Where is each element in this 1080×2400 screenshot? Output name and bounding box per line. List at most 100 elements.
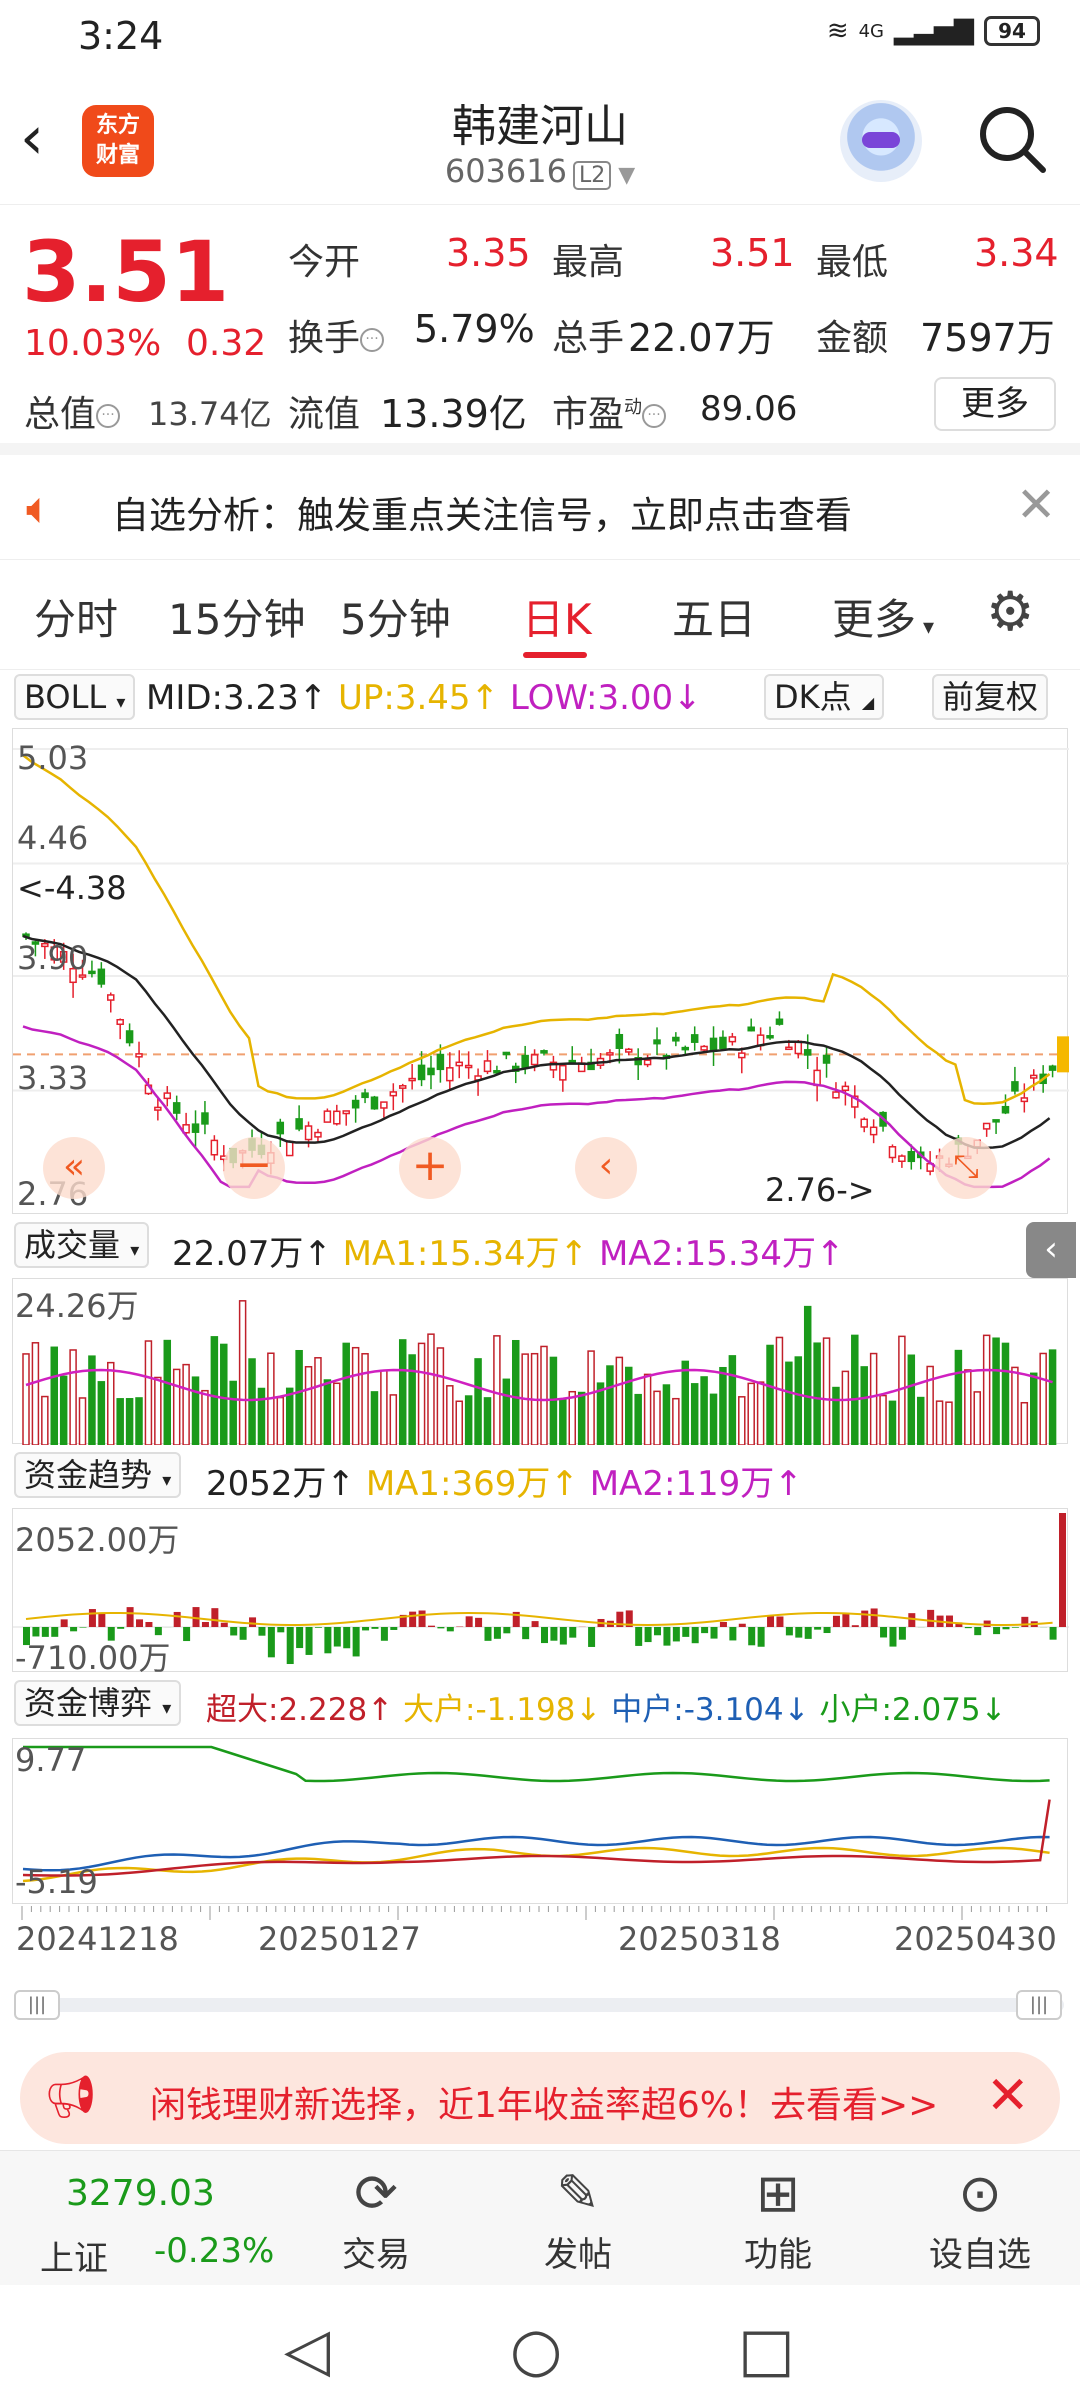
fund-trend-bar — [446, 1627, 454, 1632]
fullscreen-icon[interactable]: ⤡ — [935, 1137, 997, 1199]
volume-selector[interactable]: 成交量 ▾ — [14, 1222, 150, 1268]
fund-trend-bar — [249, 1617, 257, 1627]
zoom-in-icon[interactable]: + — [399, 1137, 461, 1199]
volume-bar — [681, 1360, 690, 1446]
volume-bar — [568, 1390, 577, 1446]
price-adjust-button[interactable]: 前复权 — [932, 674, 1049, 720]
low-value: 3.34 — [974, 231, 1059, 275]
volume-bar — [653, 1390, 661, 1446]
tab-timeshare[interactable]: 分时 — [34, 586, 118, 647]
tab-5min[interactable]: 5分钟 — [340, 586, 451, 647]
nav-recents-icon[interactable]: □ — [738, 2315, 795, 2385]
fund-game-selector[interactable]: 资金博弈 ▾ — [14, 1680, 182, 1726]
candle-body — [191, 1123, 200, 1133]
candle-body — [125, 1030, 134, 1044]
fund-trend-value: 2052万↑ — [206, 1464, 356, 1504]
boll-selector[interactable]: BOLL ▾ — [14, 674, 136, 720]
fund-trend-bar — [569, 1627, 577, 1638]
volume-bar — [97, 1381, 106, 1446]
boll-indicator-bar: BOLL ▾ MID:3.23↑ UP:3.45↑ LOW:3.00↓ DK点 … — [0, 670, 1080, 726]
y-label-3: 3.90 — [17, 939, 89, 977]
fund-trend-bar — [823, 1627, 831, 1634]
candle-body — [295, 1118, 303, 1130]
tab-five-day[interactable]: 五日 — [672, 586, 756, 647]
y-label-top: 5.03 — [17, 739, 89, 777]
tab-daily-k[interactable]: 日K — [522, 586, 592, 647]
range-handle-right[interactable]: ||| — [1016, 1990, 1062, 2020]
volume-bar — [163, 1339, 172, 1446]
analysis-alert[interactable]: 🔈︎ 自选分析：触发重点关注信号，立即点击查看 ✕ — [0, 455, 1080, 560]
volume-bar — [577, 1391, 586, 1446]
search-icon[interactable] — [975, 102, 1049, 176]
mktcap-label[interactable]: 总值 ··· — [24, 385, 121, 437]
fund-trend-bar — [220, 1622, 228, 1627]
volume-bar — [380, 1369, 388, 1446]
status-bar: 3:24 ≋ 4G ▂▃▅▇ 94 — [0, 0, 1080, 70]
pe-label[interactable]: 市盈动 ··· — [552, 385, 667, 437]
index-change[interactable]: -0.23% — [154, 2231, 274, 2271]
fund-trend-y-top: 2052.00万 — [15, 1521, 180, 1559]
dk-point-button[interactable]: DK点 ◢ — [764, 674, 885, 720]
kline-chart[interactable]: 5.03 4.46 3.90 3.33 2.76 <-4.38 2.76-> «… — [12, 728, 1069, 1214]
turnover-label[interactable]: 换手 ··· — [288, 309, 385, 361]
small-investor-line — [23, 1745, 1050, 1783]
candle-body — [502, 1051, 511, 1056]
close-icon[interactable]: ✕ — [986, 2066, 1030, 2126]
volume-chart[interactable]: 24.26万 — [12, 1278, 1068, 1446]
candle-body — [323, 1110, 332, 1123]
promo-banner[interactable]: 📢︎ 闲钱理财新选择，近1年收益率超6%！去看看>> ✕ — [20, 2052, 1060, 2144]
range-scrollbar[interactable] — [14, 1998, 1064, 2012]
fund-trend-bar — [126, 1607, 134, 1627]
volume-bar — [587, 1350, 595, 1446]
range-handle-left[interactable]: ||| — [14, 1990, 60, 2020]
volume-bar — [1029, 1372, 1038, 1446]
functions-button[interactable]: ⊞ 功能 — [708, 2161, 848, 2276]
rewind-icon[interactable]: « — [43, 1137, 105, 1199]
signal-icon: ▂▃▅▇ — [894, 16, 974, 46]
index-value[interactable]: 3279.03 — [66, 2173, 215, 2214]
fund-trend-bar — [475, 1617, 483, 1627]
candle-body — [615, 1033, 624, 1049]
trade-button[interactable]: ⟳ 交易 — [306, 2161, 446, 2276]
volume-indicator-bar: 成交量 ▾ 22.07万↑ MA1:15.34万↑ MA2:15.34万↑ ‹ — [0, 1218, 1080, 1278]
change-amount: 0.32 — [186, 323, 267, 364]
volume-bar — [1048, 1349, 1057, 1446]
step-back-icon[interactable]: ‹ — [575, 1137, 637, 1199]
candle-body — [380, 1101, 388, 1109]
post-button[interactable]: ✎ 发帖 — [508, 2161, 648, 2276]
more-button[interactable]: 更多 — [934, 377, 1056, 431]
tab-more[interactable]: 更多 ▾ — [832, 586, 934, 647]
volume-bar — [738, 1396, 746, 1446]
nav-home-icon[interactable]: ○ — [510, 2315, 562, 2385]
fund-trend-bar — [409, 1611, 417, 1627]
nav-back-icon[interactable]: ◁ — [284, 2315, 330, 2385]
gear-icon[interactable]: ⚙ — [986, 580, 1034, 643]
volume-bar — [832, 1386, 840, 1446]
fund-trend-bar — [870, 1608, 878, 1627]
tab-15min[interactable]: 15分钟 — [168, 586, 305, 647]
volume-bar — [643, 1373, 652, 1446]
candle-body — [643, 1059, 652, 1066]
fund-trend-bar — [60, 1619, 68, 1627]
current-price: 3.51 — [22, 223, 230, 321]
candle-body — [1001, 1105, 1010, 1114]
fund-trend-bar — [729, 1627, 737, 1641]
candle-body — [154, 1106, 162, 1111]
fund-trend-chart[interactable]: 2052.00万 -710.00万 — [12, 1508, 1069, 1677]
zoom-out-icon[interactable]: − — [223, 1137, 285, 1199]
candle-body — [107, 994, 115, 1001]
close-icon[interactable]: ✕ — [1016, 477, 1056, 533]
fund-game-svg — [22, 1745, 1051, 1883]
collapse-panel-icon[interactable]: ‹ — [1026, 1222, 1076, 1278]
volume-bar — [615, 1356, 624, 1446]
fund-trend-selector[interactable]: 资金趋势 ▾ — [14, 1452, 182, 1498]
candle-body — [116, 1018, 124, 1026]
assistant-robot-avatar[interactable] — [840, 100, 922, 182]
volume-bar — [474, 1358, 482, 1446]
fund-game-chart[interactable]: 9.77 -5.19 — [12, 1738, 1068, 1904]
index-name[interactable]: 上证 — [40, 2231, 108, 2280]
fund-trend-bar — [258, 1627, 266, 1636]
volume-value: 22.07万 — [628, 316, 775, 360]
volume-bar — [295, 1349, 303, 1446]
add-watchlist-button[interactable]: ⊙ 设自选 — [910, 2161, 1050, 2276]
